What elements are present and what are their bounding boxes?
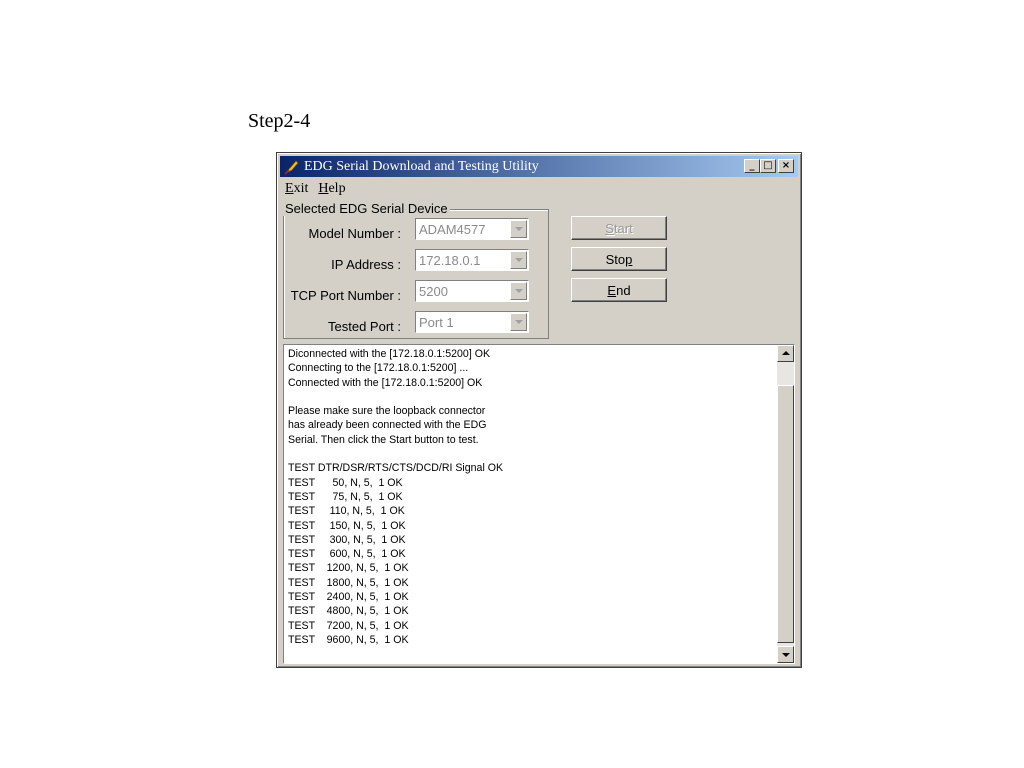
start-button[interactable]: Start <box>571 216 667 240</box>
tested-port-value: Port 1 <box>419 315 454 330</box>
title-bar[interactable]: EDG Serial Download and Testing Utility … <box>280 156 798 177</box>
stop-button[interactable]: Sto p <box>571 247 667 271</box>
maximize-button[interactable]: □ <box>760 159 776 173</box>
close-button[interactable]: × <box>778 159 794 173</box>
step-label: Step2-4 <box>248 110 311 132</box>
window-title: EDG Serial Download and Testing Utility <box>304 158 539 174</box>
log-line: has already been connected with the EDG <box>288 419 487 432</box>
log-line: TEST 9600, N, 5, 1 OK <box>288 633 409 646</box>
chevron-down-icon[interactable] <box>510 220 527 238</box>
log-line: TEST 1800, N, 5, 1 OK <box>288 576 409 589</box>
log-line: Please make sure the loopback connector <box>288 405 486 418</box>
log-line: Diconnected with the [172.18.0.1:5200] O… <box>288 348 491 360</box>
menu-bar: Exit Help <box>285 181 346 197</box>
ip-address-value: 172.18.0.1 <box>419 253 481 268</box>
menu-exit[interactable]: Exit <box>285 181 308 197</box>
log-line: TEST 1200, N, 5, 1 OK <box>288 562 409 575</box>
log-line: Connected with the [172.18.0.1:5200] OK <box>288 376 483 389</box>
log-line: TEST 75, N, 5, 1 OK <box>288 490 403 503</box>
scroll-down-icon[interactable] <box>777 646 794 663</box>
scroll-up-icon[interactable] <box>777 345 794 362</box>
tcp-port-value: 5200 <box>419 284 448 299</box>
tested-port-combo[interactable]: Port 1 <box>415 311 529 333</box>
tcp-port-label: TCP Port Number : <box>290 288 401 303</box>
ip-address-label: IP Address : <box>331 257 401 272</box>
model-number-label: Model Number : <box>308 226 401 241</box>
ip-address-combo[interactable]: 172.18.0.1 <box>415 249 529 271</box>
log-line: TEST 300, N, 5, 1 OK <box>288 533 406 546</box>
log-output[interactable]: Diconnected with the [172.18.0.1:5200] O… <box>283 344 795 664</box>
device-group-title: Selected EDG Serial Device <box>283 201 450 216</box>
app-window: EDG Serial Download and Testing Utility … <box>276 152 802 668</box>
model-number-combo[interactable]: ADAM4577 <box>415 218 529 240</box>
log-line: TEST 150, N, 5, 1 OK <box>288 519 406 532</box>
log-line: TEST 4800, N, 5, 1 OK <box>288 605 409 618</box>
menu-help[interactable]: Help <box>318 181 345 197</box>
end-button[interactable]: End <box>571 278 667 302</box>
log-line: Connecting to the [172.18.0.1:5200] ... <box>288 362 469 375</box>
log-line: TEST 7200, N, 5, 1 OK <box>288 619 409 632</box>
vertical-scrollbar[interactable] <box>777 345 794 663</box>
chevron-down-icon[interactable] <box>510 251 527 269</box>
log-line: TEST 110, N, 5, 1 OK <box>288 505 405 518</box>
tcp-port-combo[interactable]: 5200 <box>415 280 529 302</box>
feather-app-icon <box>284 159 300 175</box>
log-text: Diconnected with the [172.18.0.1:5200] O… <box>288 347 768 647</box>
model-number-value: ADAM4577 <box>419 222 486 237</box>
log-line: TEST 2400, N, 5, 1 OK <box>288 591 409 604</box>
log-line: TEST 50, N, 5, 1 OK <box>288 476 403 489</box>
scrollbar-thumb[interactable] <box>777 385 794 643</box>
log-line: Serial. Then click the Start button to t… <box>288 433 479 446</box>
log-line: TEST 600, N, 5, 1 OK <box>288 548 406 561</box>
chevron-down-icon[interactable] <box>510 282 527 300</box>
chevron-down-icon[interactable] <box>510 313 527 331</box>
log-line: TEST DTR/DSR/RTS/CTS/DCD/RI Signal OK <box>288 462 504 475</box>
minimize-button[interactable]: _ <box>744 159 760 173</box>
tested-port-label: Tested Port : <box>328 319 401 334</box>
